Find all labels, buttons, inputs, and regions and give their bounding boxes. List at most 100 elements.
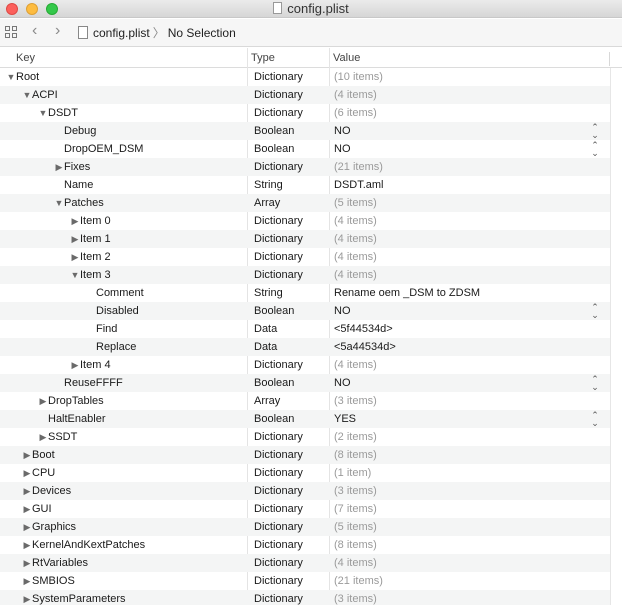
value-cell[interactable]: (3 items) [334,590,584,605]
value-cell[interactable]: (4 items) [334,554,584,572]
breadcrumb-selection[interactable]: No Selection [168,26,236,40]
outline-row[interactable]: ▶ Graphics Dictionary (5 items) [0,518,610,536]
value-cell[interactable]: (5 items) [334,194,584,212]
type-cell[interactable]: Dictionary [254,464,330,482]
type-cell[interactable]: Boolean [254,410,330,428]
key-cell[interactable]: ▶ Item 0 [0,212,248,230]
outline-row[interactable]: ▼DSDT Dictionary (6 items) [0,104,610,122]
popup-chevrons-icon[interactable]: ⌃ ⌄ [590,411,600,428]
disclosure-closed-icon[interactable]: ▶ [70,230,80,248]
value-cell[interactable]: (4 items) [334,356,584,374]
popup-chevrons-icon[interactable]: ⌃ ⌄ [590,303,600,320]
value-cell[interactable]: (8 items) [334,446,584,464]
type-cell[interactable]: Dictionary [254,266,330,284]
type-cell[interactable]: Dictionary [254,554,330,572]
outline-row[interactable]: ▶ SMBIOS Dictionary (21 items) [0,572,610,590]
value-cell[interactable]: (4 items) [334,212,584,230]
column-header-value[interactable]: Value [333,52,360,64]
disclosure-open-icon[interactable]: ▼ [6,68,16,86]
outline-row[interactable]: Debug Boolean NO ⌃ ⌄ [0,122,610,140]
type-cell[interactable]: Dictionary [254,212,330,230]
value-cell[interactable]: (5 items) [334,518,584,536]
back-arrow-icon[interactable]: ‹ [32,23,37,39]
outline-row[interactable]: ▶ RtVariables Dictionary (4 items) [0,554,610,572]
outline-row[interactable]: ▶ KernelAndKextPatches Dictionary (8 items) [0,536,610,554]
outline-row[interactable]: ▼Item 3 Dictionary (4 items) [0,266,610,284]
type-cell[interactable]: Array [254,194,330,212]
key-cell[interactable]: ▶ SSDT [0,428,248,446]
disclosure-open-icon[interactable]: ▼ [38,104,48,122]
value-cell[interactable]: NO [334,302,584,320]
value-cell[interactable]: (4 items) [334,248,584,266]
key-cell[interactable]: ▶ SMBIOS [0,572,248,590]
type-cell[interactable]: Boolean [254,374,330,392]
key-cell[interactable]: ▶ Devices [0,482,248,500]
type-cell[interactable]: Dictionary [254,158,330,176]
type-cell[interactable]: Data [254,320,330,338]
popup-chevrons-icon[interactable]: ⌃ ⌄ [590,375,600,392]
outline-row[interactable]: ▶ SystemParameters Dictionary (3 items) [0,590,610,605]
type-cell[interactable]: Dictionary [254,248,330,266]
value-cell[interactable]: NO [334,374,584,392]
key-cell[interactable]: ▶ Boot [0,446,248,464]
disclosure-closed-icon[interactable]: ▶ [22,518,32,536]
disclosure-closed-icon[interactable]: ▶ [70,248,80,266]
type-cell[interactable]: Dictionary [254,230,330,248]
outline-row[interactable]: ▶ Devices Dictionary (3 items) [0,482,610,500]
key-cell[interactable]: Debug [0,122,248,140]
outline-row[interactable]: Find Data <5f44534d> [0,320,610,338]
value-cell[interactable]: (3 items) [334,392,584,410]
type-cell[interactable]: Dictionary [254,500,330,518]
disclosure-open-icon[interactable]: ▼ [54,194,64,212]
value-cell[interactable]: (4 items) [334,230,584,248]
disclosure-closed-icon[interactable]: ▶ [38,428,48,446]
outline-row[interactable]: ▶ Item 0 Dictionary (4 items) [0,212,610,230]
outline-row[interactable]: Replace Data <5a44534d> [0,338,610,356]
value-cell[interactable]: (4 items) [334,266,584,284]
popup-chevrons-icon[interactable]: ⌃ ⌄ [590,141,600,158]
forward-arrow-icon[interactable]: › [55,23,60,39]
outline-row[interactable]: ▶ GUI Dictionary (7 items) [0,500,610,518]
type-cell[interactable]: Dictionary [254,572,330,590]
outline-row[interactable]: Disabled Boolean NO ⌃ ⌄ [0,302,610,320]
type-cell[interactable]: Dictionary [254,590,330,605]
value-cell[interactable]: NO [334,122,584,140]
column-header-type[interactable]: Type [251,52,275,64]
type-cell[interactable]: String [254,284,330,302]
value-cell[interactable]: (6 items) [334,104,584,122]
key-cell[interactable]: HaltEnabler [0,410,248,428]
value-cell[interactable]: (21 items) [334,572,584,590]
disclosure-closed-icon[interactable]: ▶ [22,464,32,482]
outline-row[interactable]: ▶ Item 2 Dictionary (4 items) [0,248,610,266]
value-cell[interactable]: (1 item) [334,464,584,482]
key-cell[interactable]: ▼Item 3 [0,266,248,284]
outline-row[interactable]: ▶ Item 4 Dictionary (4 items) [0,356,610,374]
key-cell[interactable]: ▼DSDT [0,104,248,122]
disclosure-open-icon[interactable]: ▼ [70,266,80,284]
value-cell[interactable]: <5a44534d> [334,338,584,356]
key-cell[interactable]: ▶ Item 4 [0,356,248,374]
disclosure-closed-icon[interactable]: ▶ [22,590,32,605]
value-cell[interactable]: (4 items) [334,86,584,104]
key-cell[interactable]: ▶ DropTables [0,392,248,410]
disclosure-closed-icon[interactable]: ▶ [22,500,32,518]
key-cell[interactable]: ▶ KernelAndKextPatches [0,536,248,554]
key-cell[interactable]: ▼ACPI [0,86,248,104]
value-cell[interactable]: (3 items) [334,482,584,500]
disclosure-closed-icon[interactable]: ▶ [54,158,64,176]
key-cell[interactable]: ▶ CPU [0,464,248,482]
key-cell[interactable]: ▶ Item 1 [0,230,248,248]
disclosure-closed-icon[interactable]: ▶ [22,482,32,500]
key-cell[interactable]: ▼Patches [0,194,248,212]
key-cell[interactable]: ▼Root [0,68,248,86]
value-cell[interactable]: (10 items) [334,68,584,86]
key-cell[interactable]: ▶ Graphics [0,518,248,536]
outline-row[interactable]: ▶ Fixes Dictionary (21 items) [0,158,610,176]
value-cell[interactable]: DSDT.aml [334,176,584,194]
key-cell[interactable]: ▶ Fixes [0,158,248,176]
key-cell[interactable]: ▶ SystemParameters [0,590,248,605]
disclosure-closed-icon[interactable]: ▶ [70,212,80,230]
breadcrumb-file[interactable]: config.plist [93,26,150,40]
key-cell[interactable]: Name [0,176,248,194]
popup-chevrons-icon[interactable]: ⌃ ⌄ [590,123,600,140]
